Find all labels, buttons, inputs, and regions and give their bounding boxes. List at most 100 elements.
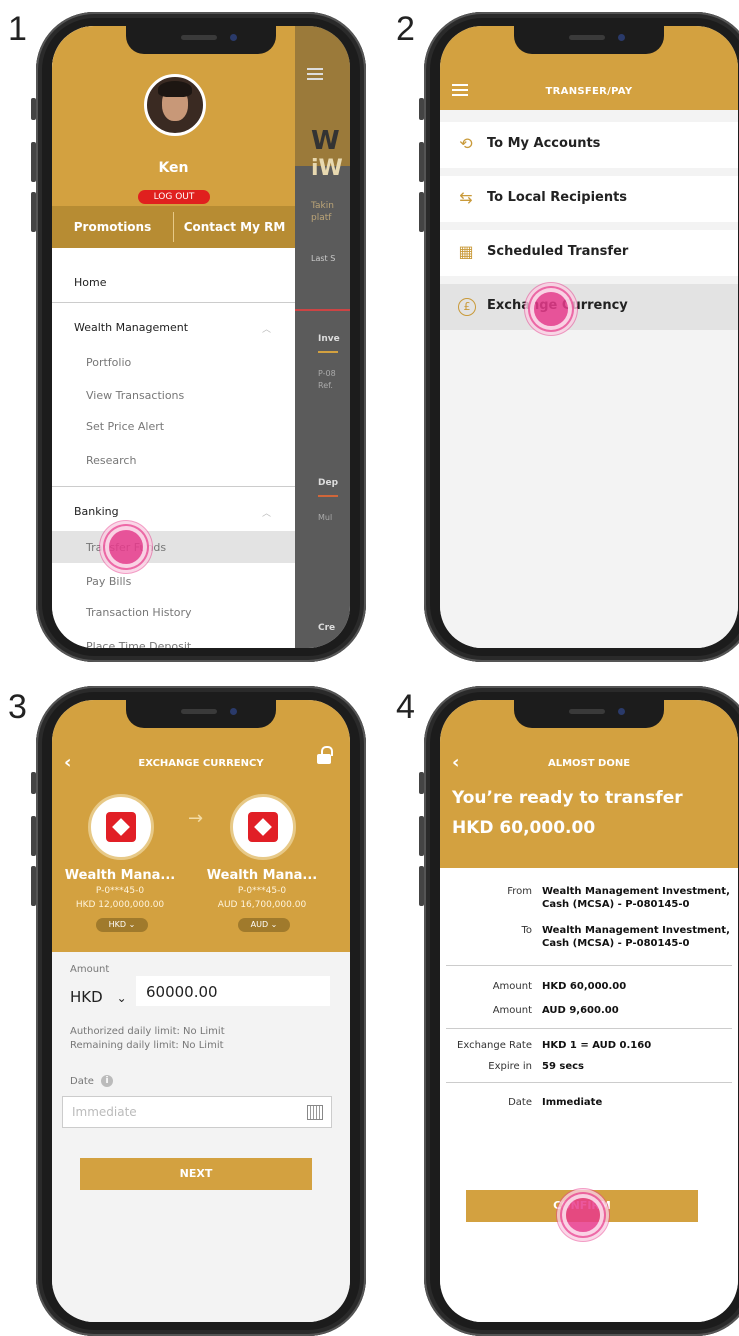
from-value-line1: Wealth Management Investment, (542, 886, 730, 897)
bg-hero-sub-2: platf (311, 213, 332, 223)
currency-value: AUD (250, 920, 269, 929)
menu-section-banking[interactable]: Banking (74, 505, 119, 518)
bg-cred: Cre (318, 623, 336, 633)
to-account-name[interactable]: Wealth Mana... (202, 868, 322, 883)
option-label: Scheduled Transfer (487, 244, 629, 259)
amount-label-2: Amount (492, 1005, 532, 1016)
menu-section-wealth[interactable]: Wealth Management (74, 321, 188, 334)
menu-item-place-time-deposit[interactable]: Place Time Deposit (86, 640, 191, 648)
exchange-form: Amount HKD ⌄ 60000.00 Authorized daily li… (52, 952, 350, 1322)
date-value: Immediate (542, 1097, 603, 1108)
amount-label: Amount (70, 964, 110, 975)
chevron-up-icon[interactable]: ︿ (262, 506, 271, 519)
from-account-name[interactable]: Wealth Mana... (60, 868, 180, 883)
menu-item-transaction-history[interactable]: Transaction History (86, 606, 192, 619)
amount-input[interactable]: 60000.00 (136, 976, 330, 1006)
screen-transfer-pay: TRANSFER/PAY ⟲ To My Accounts ⇆ To Local… (440, 26, 738, 648)
chevron-up-icon[interactable]: ︿ (262, 322, 271, 335)
calendar-icon[interactable] (307, 1105, 323, 1120)
date-input[interactable]: Immediate (62, 1096, 332, 1128)
bg-inv-acc: P-08 (318, 369, 336, 378)
option-to-local-recipients[interactable]: ⇆ To Local Recipients (440, 176, 738, 222)
from-currency-select[interactable]: HKD ⌄ (96, 918, 148, 932)
logout-button[interactable]: LOG OUT (138, 190, 210, 204)
step-number-2: 2 (396, 10, 415, 48)
tab-contact-rm[interactable]: Contact My RM (174, 206, 295, 248)
screen-menu: W iW Takin platf Last S Inve P-08 Ref. D… (52, 26, 350, 648)
to-account-number: P-0***45-0 (237, 886, 287, 896)
bg-last: Last S (311, 254, 336, 263)
currency-value: HKD (108, 920, 127, 929)
building-icon: ▦ (458, 242, 474, 261)
tab-promotions[interactable]: Promotions (52, 206, 173, 248)
arrows-swap-icon: ⇆ (459, 188, 473, 207)
exchange-header: ‹ EXCHANGE CURRENCY → Wealth Mana... P-0… (52, 700, 350, 952)
amount-currency-select[interactable]: HKD ⌄ (70, 988, 127, 1006)
next-button[interactable]: NEXT (80, 1158, 312, 1190)
phone-frame-2: TRANSFER/PAY ⟲ To My Accounts ⇆ To Local… (419, 12, 739, 662)
bg-inv-ref: Ref. (318, 381, 333, 390)
to-account-balance: AUD 16,700,000.00 (217, 900, 307, 910)
from-label: From (507, 886, 532, 897)
page-title: EXCHANGE CURRENCY (138, 758, 264, 769)
to-currency-select[interactable]: AUD ⌄ (238, 918, 290, 932)
menu-item-home[interactable]: Home (74, 276, 106, 289)
tap-indicator (534, 292, 568, 326)
bg-inv: Inve (318, 334, 340, 344)
info-icon[interactable]: i (101, 1075, 113, 1087)
date-label: Date (508, 1097, 532, 1108)
date-label: Date (70, 1076, 94, 1087)
bg-dep-sub: Mul (318, 513, 333, 522)
chevron-down-icon: ⌄ (116, 991, 127, 1005)
amount-hkd: HKD 60,000.00 (542, 981, 627, 992)
expire-value: 59 secs (542, 1061, 585, 1072)
amount-aud: AUD 9,600.00 (542, 1005, 619, 1016)
menu-item-pay-bills[interactable]: Pay Bills (86, 575, 131, 588)
phone-frame-3: ‹ EXCHANGE CURRENCY → Wealth Mana... P-0… (31, 686, 366, 1336)
menu-item-view-transactions[interactable]: View Transactions (86, 389, 184, 402)
bg-hero-sub: Takin (311, 201, 334, 211)
to-account-logo (230, 794, 296, 860)
amount-label: Amount (492, 981, 532, 992)
to-value-line2: Cash (MCSA) - P-080145-0 (542, 938, 690, 949)
page-title: TRANSFER/PAY (545, 86, 633, 97)
chevron-down-icon: ⌄ (128, 920, 136, 929)
phone-frame-1: W iW Takin platf Last S Inve P-08 Ref. D… (31, 12, 366, 662)
pound-coin-icon: £ (458, 298, 476, 316)
menu-item-set-price-alert[interactable]: Set Price Alert (86, 420, 164, 433)
to-label: To (521, 925, 532, 936)
headline-amount: HKD 60,000.00 (452, 818, 596, 838)
page-title: ALMOST DONE (547, 758, 631, 769)
unlock-icon[interactable] (317, 746, 333, 764)
avatar[interactable] (144, 74, 206, 136)
headline: You’re ready to transfer (452, 788, 683, 808)
rate-label: Exchange Rate (457, 1040, 532, 1051)
from-account-balance: HKD 12,000,000.00 (75, 900, 165, 910)
step-number-4: 4 (396, 688, 415, 726)
screen-almost-done: ‹ ALMOST DONE You’re ready to transfer H… (440, 700, 738, 1322)
step-number-3: 3 (8, 688, 27, 726)
option-label: To My Accounts (487, 136, 601, 151)
from-account-number: P-0***45-0 (95, 886, 145, 896)
transfer-options: ⟲ To My Accounts ⇆ To Local Recipients ▦… (440, 110, 738, 648)
option-to-my-accounts[interactable]: ⟲ To My Accounts (440, 122, 738, 168)
phone-frame-4: ‹ ALMOST DONE You’re ready to transfer H… (419, 686, 739, 1336)
option-label: To Local Recipients (487, 190, 628, 205)
screen-exchange-currency: ‹ EXCHANGE CURRENCY → Wealth Mana... P-0… (52, 700, 350, 1322)
menu-item-portfolio[interactable]: Portfolio (86, 356, 131, 369)
menu-item-research[interactable]: Research (86, 454, 136, 467)
remaining-limit: Remaining daily limit: No Limit (70, 1040, 224, 1051)
tap-indicator (109, 530, 143, 564)
arrow-right-icon: → (188, 808, 204, 829)
step-number-1: 1 (8, 10, 27, 48)
user-name: Ken (158, 160, 189, 176)
side-drawer: Ken LOG OUT Promotions Contact My RM Hom… (52, 26, 295, 648)
bg-dep: Dep (318, 478, 339, 488)
background-page: W iW Takin platf Last S Inve P-08 Ref. D… (295, 26, 350, 648)
option-exchange-currency[interactable]: £ Exchange Currency (440, 284, 738, 330)
from-account-logo (88, 794, 154, 860)
option-scheduled-transfer[interactable]: ▦ Scheduled Transfer (440, 230, 738, 276)
amount-value: 60000.00 (146, 983, 218, 1001)
bg-hero-title-2: iW (311, 156, 343, 181)
drawer-tabs: Promotions Contact My RM (52, 206, 295, 248)
